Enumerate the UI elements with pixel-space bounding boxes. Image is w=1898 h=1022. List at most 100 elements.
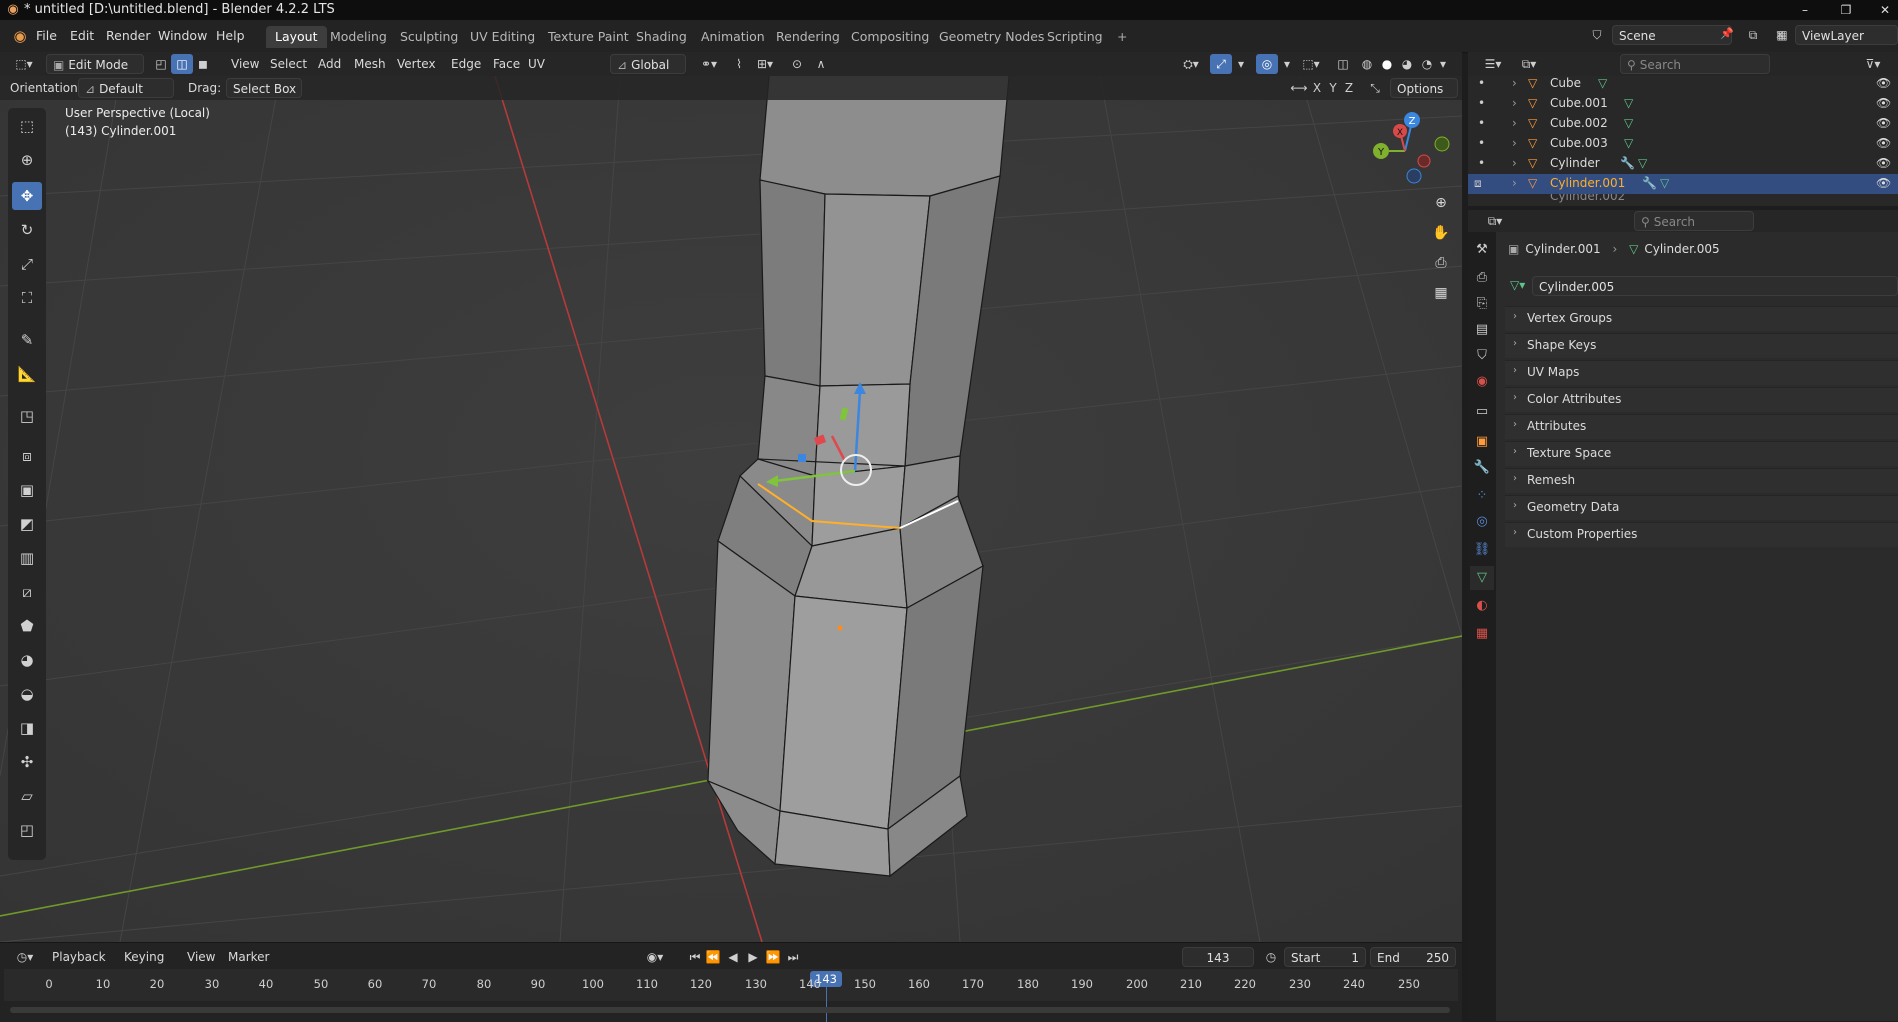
menu-playback[interactable]: Playback [46, 947, 112, 967]
play-reverse-icon[interactable]: ◀ [722, 947, 744, 967]
tab-shading[interactable]: Shading [627, 26, 696, 48]
new-scene-icon[interactable]: ⧉ [1738, 25, 1768, 45]
end-frame-field[interactable]: End 250 [1370, 947, 1456, 967]
physics-tab-icon[interactable]: ◎ [1470, 510, 1494, 534]
editor-type-icon[interactable]: ⬚▾ [10, 54, 38, 74]
shear-tool-icon[interactable]: ▱ [12, 782, 42, 810]
display-mode-icon[interactable]: ⧉▾ [1514, 54, 1544, 74]
menu-mesh[interactable]: Mesh [348, 54, 392, 74]
zoom-icon[interactable]: ⊕ [1428, 190, 1454, 216]
snap-target-icon[interactable]: ⊞▾ [750, 54, 780, 74]
edge-select-icon[interactable]: ◫ [171, 54, 193, 74]
menu-edge[interactable]: Edge [445, 54, 487, 74]
scene-icon[interactable]: ⛉ [1586, 25, 1608, 45]
measure-tool-icon[interactable]: 📐 [12, 360, 42, 388]
rendered-shading-icon[interactable]: ◔ [1416, 54, 1438, 74]
poly-build-tool-icon[interactable]: ⬟ [12, 612, 42, 640]
cursor-tool-icon[interactable]: ⊕ [12, 146, 42, 174]
knife-tool-icon[interactable]: ⧄ [12, 578, 42, 606]
outliner-editor-type-icon[interactable]: ☰▾ [1478, 54, 1508, 74]
eye-icon[interactable]: 👁 [1876, 76, 1891, 90]
auto-merge-icon[interactable]: ⤡ [1364, 78, 1386, 98]
proportional-edit-icon[interactable]: ⊙ [786, 54, 808, 74]
mirror-z-toggle[interactable]: Z [1338, 78, 1360, 98]
outliner-row-selected[interactable]: ⧈ › ▽ Cylinder.001 🔧 ▽ 👁 [1468, 174, 1898, 194]
play-icon[interactable]: ▶ [742, 947, 764, 967]
minimize-button[interactable]: – [1792, 1, 1818, 19]
start-frame-field[interactable]: Start 1 [1284, 947, 1366, 967]
world-tab-icon[interactable]: ◉ [1470, 370, 1494, 394]
eye-icon[interactable]: 👁 [1876, 176, 1891, 190]
panel-geometry-data[interactable]: › Geometry Data [1505, 495, 1898, 520]
rotate-tool-icon[interactable]: ↻ [12, 216, 42, 244]
view-layer-tab-icon[interactable]: ▤ [1470, 318, 1494, 342]
pivot-point-icon[interactable]: ⚭▾ [694, 54, 724, 74]
output-tab-icon[interactable]: ⎘ [1470, 292, 1494, 316]
mesh-data-tab-icon[interactable]: ▽ [1470, 566, 1494, 590]
eye-icon[interactable]: 👁 [1876, 96, 1891, 110]
spin-tool-icon[interactable]: ◕ [12, 646, 42, 674]
eye-icon[interactable]: 👁 [1876, 136, 1891, 150]
menu-file[interactable]: File [30, 26, 63, 46]
jump-keyframe-back-icon[interactable]: ⏪ [702, 947, 724, 967]
panel-shape-keys[interactable]: › Shape Keys [1505, 333, 1898, 358]
panel-attributes[interactable]: › Attributes [1505, 414, 1898, 439]
menu-render[interactable]: Render [100, 26, 157, 46]
pin-scene-icon[interactable]: 📌 [1720, 27, 1734, 40]
restore-button[interactable]: ❐ [1833, 1, 1859, 19]
tab-rendering[interactable]: Rendering [767, 26, 849, 48]
menu-marker[interactable]: Marker [222, 947, 275, 967]
overlay-dropdown-icon[interactable]: ▾ [1280, 54, 1294, 74]
menu-face[interactable]: Face [487, 54, 526, 74]
outliner-row[interactable]: • › ▽ Cube.001 ▽ 👁 [1468, 94, 1898, 114]
outliner-row[interactable]: Cylinder.002 [1468, 194, 1898, 206]
mesh-browse-icon[interactable]: ▽▾ [1510, 278, 1525, 292]
falloff-icon[interactable]: ∧ [806, 54, 836, 74]
perspective-toggle-icon[interactable]: ▦ [1428, 280, 1454, 306]
panel-color-attributes[interactable]: › Color Attributes [1505, 387, 1898, 412]
object-tab-icon[interactable]: ▣ [1470, 430, 1494, 454]
orientation-selector[interactable]: ⊿ Default [78, 78, 174, 98]
camera-view-icon[interactable]: ⎙ [1428, 250, 1454, 276]
menu-keying[interactable]: Keying [118, 947, 170, 967]
collection-tab-icon[interactable]: ▭ [1470, 400, 1494, 424]
current-frame-field[interactable]: 143 [1182, 947, 1254, 967]
tab-modeling[interactable]: Modeling [321, 26, 396, 48]
menu-window[interactable]: Window [152, 26, 213, 46]
expand-arrow-icon[interactable]: › [1512, 96, 1517, 110]
blender-menu-icon[interactable]: ◉ [10, 26, 30, 46]
menu-select[interactable]: Select [264, 54, 313, 74]
add-cube-tool-icon[interactable]: ◳ [12, 402, 42, 430]
scale-tool-icon[interactable]: ⤢ [12, 250, 42, 278]
transform-tool-icon[interactable]: ⛶ [12, 284, 42, 312]
properties-editor-type-icon[interactable]: ⧉▾ [1480, 211, 1510, 231]
tool-tab-icon[interactable]: ⚒ [1470, 238, 1494, 262]
rip-region-tool-icon[interactable]: ◰ [12, 816, 42, 844]
outliner-row[interactable]: • › ▽ Cube.003 ▽ 👁 [1468, 134, 1898, 154]
3d-viewport[interactable]: Z Y X User Perspective (Local) (143) Cyl… [0, 76, 1462, 942]
scene-tab-icon[interactable]: ⛉ [1470, 344, 1494, 368]
loop-cut-tool-icon[interactable]: ▥ [12, 544, 42, 572]
menu-vertex[interactable]: Vertex [391, 54, 442, 74]
drag-selector[interactable]: Select Box [226, 78, 302, 98]
options-dropdown[interactable]: Options [1390, 78, 1458, 98]
mesh-edit-overlay-icon[interactable]: ⬚▾ [1296, 54, 1326, 74]
modifier-tab-icon[interactable]: 🔧 [1470, 456, 1494, 480]
outliner-row[interactable]: • › ▽ Cylinder 🔧 ▽ 👁 [1468, 154, 1898, 174]
tab-scripting[interactable]: Scripting [1038, 26, 1112, 48]
eye-icon[interactable]: 👁 [1876, 156, 1891, 170]
tab-texture-paint[interactable]: Texture Paint [539, 26, 638, 48]
panel-texture-space[interactable]: › Texture Space [1505, 441, 1898, 466]
overlay-toggle-icon[interactable]: ◎ [1256, 54, 1278, 74]
jump-end-icon[interactable]: ⏭ [782, 947, 804, 967]
transform-orientation-selector[interactable]: ⊿ Global [610, 54, 686, 74]
properties-search[interactable]: ⚲ Search [1634, 211, 1754, 231]
view-layer-selector[interactable]: ViewLayer [1795, 25, 1898, 45]
tab-geometry-nodes[interactable]: Geometry Nodes [930, 26, 1053, 48]
shrink-fatten-tool-icon[interactable]: ✣ [12, 748, 42, 776]
eye-icon[interactable]: 👁 [1876, 116, 1891, 130]
panel-uv-maps[interactable]: › UV Maps [1505, 360, 1898, 385]
vertex-select-icon[interactable]: ◰ [150, 54, 172, 74]
extrude-tool-icon[interactable]: ⧈ [12, 442, 42, 470]
bevel-tool-icon[interactable]: ◩ [12, 510, 42, 538]
